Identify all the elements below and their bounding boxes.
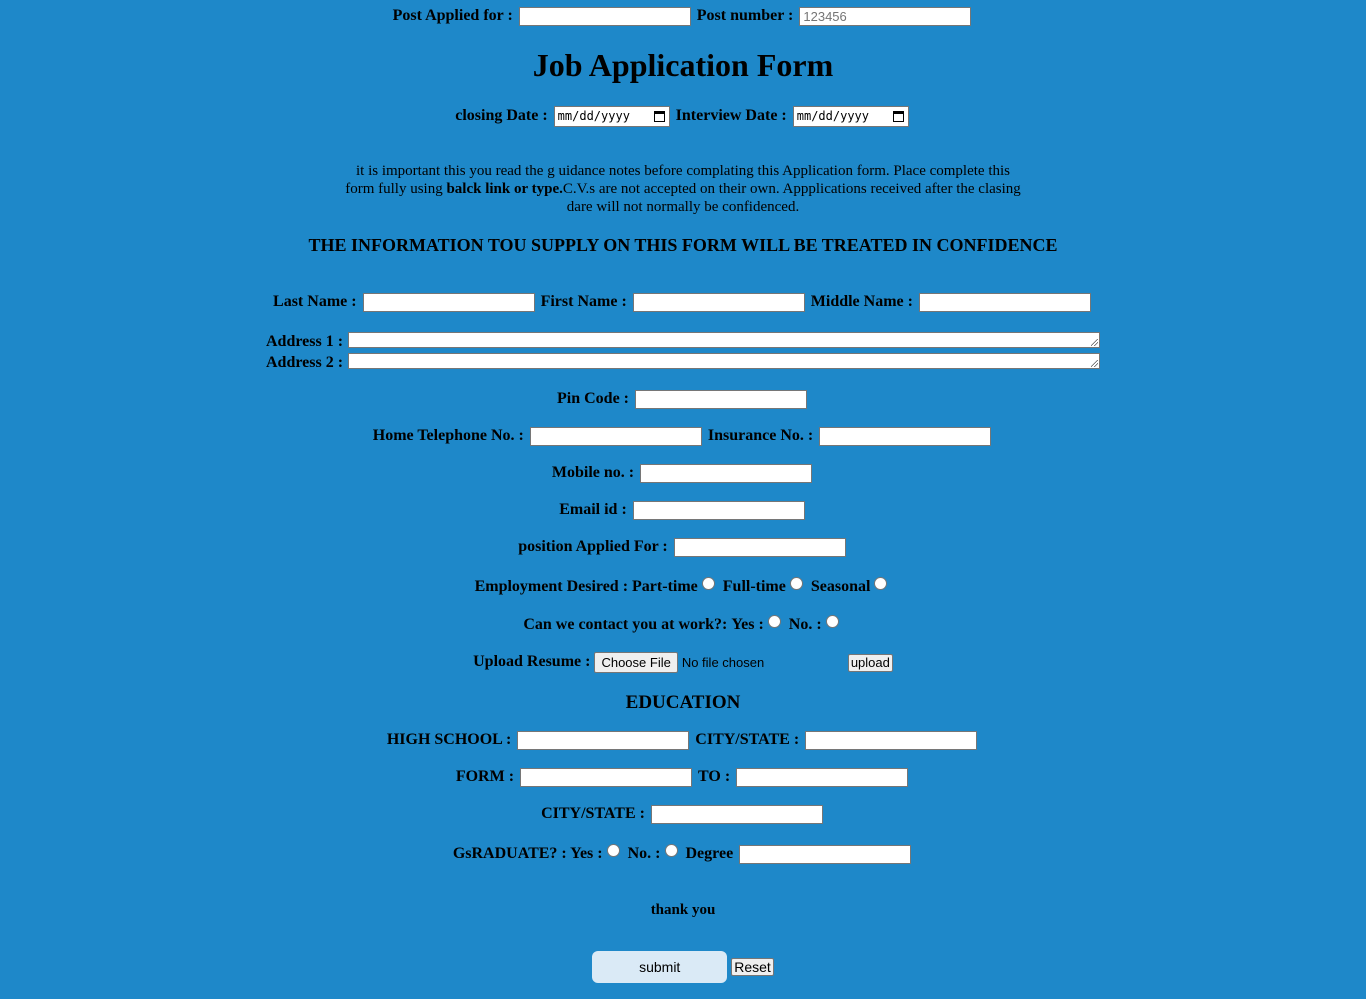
reset-button[interactable]: Reset — [731, 958, 774, 976]
closing-date-label: closing Date : — [455, 107, 548, 125]
resize-grip-icon[interactable] — [1091, 360, 1098, 367]
closing-date-input[interactable]: mm/dd/yyyy — [553, 106, 670, 127]
pin-row: Pin Code : — [0, 390, 1366, 409]
contact-work-row: Can we contact you at work?: Yes : No. : — [0, 615, 1366, 634]
thank-you-text: thank you — [650, 902, 716, 918]
city-state-label: CITY/STATE : — [695, 731, 800, 749]
insurance-input[interactable] — [819, 427, 992, 446]
interview-date-input[interactable]: mm/dd/yyyy — [792, 106, 909, 127]
dates-row: closing Date : mm/dd/yyyy Interview Date… — [0, 106, 1366, 127]
form-label: FORM : — [455, 768, 515, 786]
part-time-label: Part-time — [632, 578, 698, 595]
high-school-row: HIGH SCHOOL : CITY/STATE : — [0, 731, 1366, 750]
address1-textarea[interactable] — [348, 332, 1100, 348]
position-row: position Applied For : — [0, 538, 1366, 557]
pin-code-label: Pin Code : — [557, 390, 629, 408]
to-input[interactable] — [736, 768, 909, 787]
contact-work-label: Can we contact you at work?: — [523, 616, 728, 633]
submit-button[interactable]: submit — [592, 951, 728, 983]
graduate-no-radio[interactable] — [664, 844, 678, 857]
graduate-row: GsRADUATE? : Yes : No. : Degree — [0, 844, 1366, 864]
notes-line-3: dare will not normally be confidenced. — [566, 199, 800, 215]
page-title: Job Application Form — [532, 47, 834, 83]
post-row: Post Applied for : Post number : 123456 — [0, 7, 1366, 26]
part-time-radio[interactable] — [701, 577, 715, 590]
notes-line-1: it is important this you read the g uida… — [355, 163, 1011, 179]
no-file-chosen-text: No file chosen — [681, 655, 765, 670]
city-state-2-label: CITY/STATE : — [541, 805, 645, 823]
address1-label: Address 1 : — [266, 333, 344, 350]
email-label: Email id : — [559, 501, 627, 519]
degree-label: Degree — [685, 845, 734, 862]
graduate-no-label: No. : — [627, 845, 661, 862]
interview-date-label: Interview Date : — [675, 107, 787, 125]
mobile-input[interactable] — [640, 464, 813, 483]
notes-line-2-start: form fully using — [345, 181, 447, 197]
seasonal-radio[interactable] — [874, 577, 888, 590]
name-row: Last Name : First Name : Middle Name : — [0, 293, 1366, 312]
contact-yes-label: Yes : — [731, 616, 764, 633]
city-state-input[interactable] — [805, 731, 978, 750]
form-to-row: FORM : TO : — [0, 768, 1366, 787]
insurance-label: Insurance No. : — [707, 427, 814, 445]
home-telephone-input[interactable] — [529, 427, 702, 446]
address2-textarea[interactable] — [348, 353, 1100, 369]
employment-label: Employment Desired : — [474, 578, 629, 595]
resize-grip-icon[interactable] — [1091, 339, 1098, 346]
calendar-icon[interactable] — [653, 111, 665, 122]
middle-name-input[interactable] — [918, 293, 1091, 312]
footer-buttons: submit Reset — [0, 951, 1366, 983]
seasonal-label: Seasonal — [810, 578, 871, 595]
home-telephone-label: Home Telephone No. : — [372, 427, 524, 445]
position-input[interactable] — [673, 538, 846, 557]
full-time-radio[interactable] — [789, 577, 803, 590]
middle-name-label: Middle Name : — [810, 293, 913, 311]
graduate-yes-radio[interactable] — [606, 844, 620, 857]
interview-date-placeholder: mm/dd/yyyy — [796, 109, 869, 123]
closing-date-placeholder: mm/dd/yyyy — [557, 109, 630, 123]
post-applied-input[interactable] — [518, 7, 691, 26]
guidance-notes: it is important this you read the g uida… — [0, 162, 1366, 216]
notes-line-2-bold: balck link or type. — [446, 181, 563, 197]
degree-input[interactable] — [739, 844, 912, 864]
email-input[interactable] — [632, 501, 805, 520]
form-input[interactable] — [520, 768, 693, 787]
notes-line-2-end: C.V.s are not accepted on their own. App… — [562, 181, 1021, 197]
confidence-heading: THE INFORMATION TOU SUPPLY ON THIS FORM … — [308, 235, 1058, 255]
address2-label: Address 2 : — [266, 354, 344, 371]
first-name-label: First Name : — [540, 293, 627, 311]
graduate-yes-label: GsRADUATE? : Yes : — [452, 845, 603, 862]
city-state-row: CITY/STATE : — [0, 805, 1366, 824]
mobile-row: Mobile no. : — [0, 464, 1366, 483]
choose-file-button[interactable]: Choose File — [594, 652, 678, 673]
email-row: Email id : — [0, 501, 1366, 520]
education-heading: EDUCATION — [625, 692, 741, 713]
calendar-icon[interactable] — [892, 111, 904, 122]
first-name-input[interactable] — [632, 293, 805, 312]
resume-row: Upload Resume : Choose File No file chose… — [0, 652, 1366, 673]
position-label: position Applied For : — [518, 538, 668, 556]
contact-yes-radio[interactable] — [767, 615, 781, 628]
to-label: TO : — [698, 768, 731, 786]
city-state-2-input[interactable] — [650, 805, 823, 824]
phone-row: Home Telephone No. : Insurance No. : — [0, 427, 1366, 446]
post-number-input[interactable]: 123456 — [799, 7, 972, 26]
last-name-input[interactable] — [362, 293, 535, 312]
upload-resume-label: Upload Resume : — [473, 653, 591, 671]
pin-code-input[interactable] — [635, 390, 807, 409]
last-name-label: Last Name : — [273, 293, 357, 311]
full-time-label: Full-time — [722, 578, 786, 595]
high-school-input[interactable] — [517, 731, 690, 750]
post-applied-label: Post Applied for : — [392, 7, 513, 25]
high-school-label: HIGH SCHOOL : — [386, 731, 512, 749]
notes-line-2: form fully using balck link or type.C.V.… — [0, 180, 1366, 198]
contact-no-radio[interactable] — [825, 615, 839, 628]
post-number-label: Post number : — [696, 7, 794, 25]
employment-row: Employment Desired : Part-time Full-time… — [0, 577, 1366, 596]
upload-button[interactable]: upload — [847, 653, 893, 672]
mobile-label: Mobile no. : — [551, 464, 635, 482]
contact-no-label: No. : — [788, 616, 822, 633]
